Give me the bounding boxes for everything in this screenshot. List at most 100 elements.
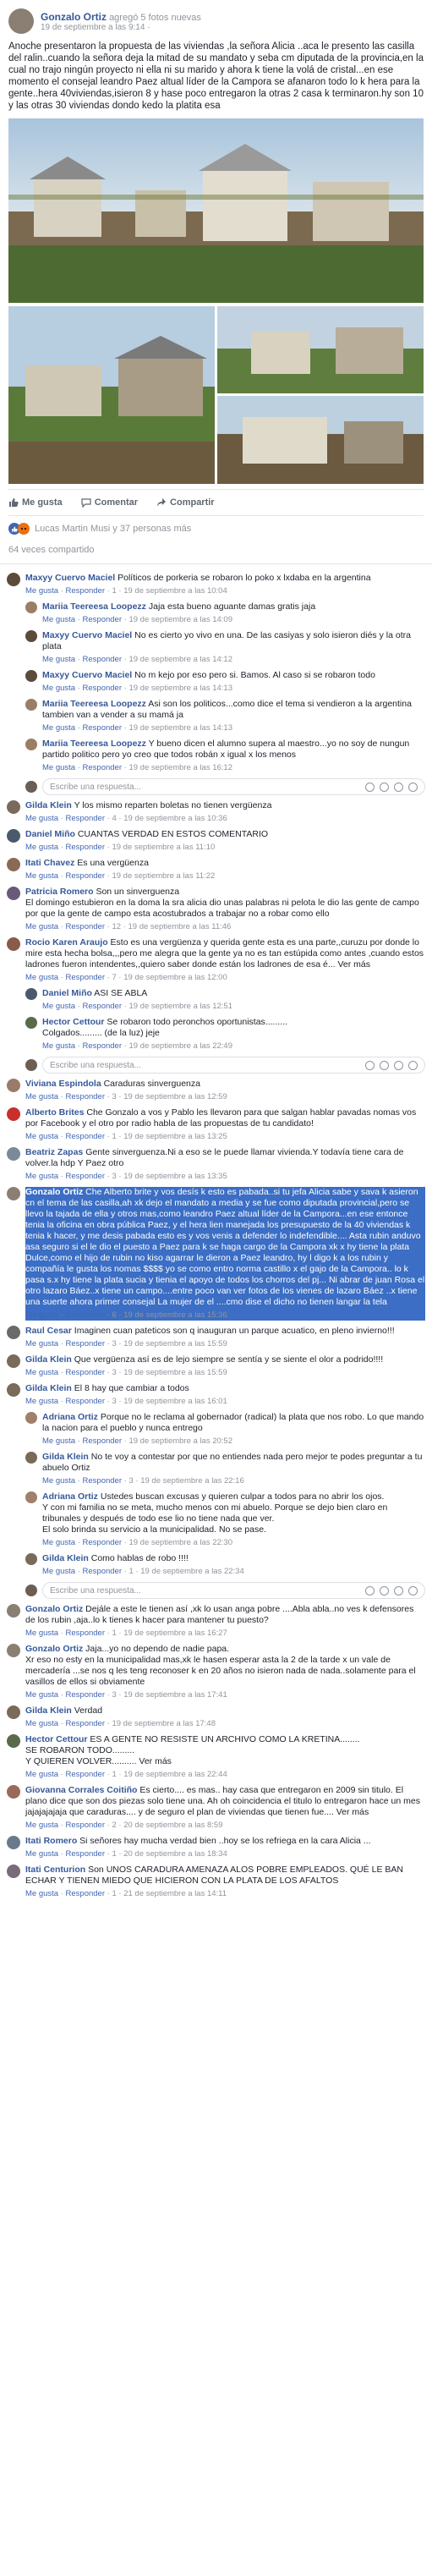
meta-item[interactable]: Me gusta — [25, 1397, 58, 1406]
avatar[interactable] — [25, 988, 37, 1000]
meta-item[interactable]: Responder — [66, 1821, 105, 1830]
meta-item[interactable]: Me gusta — [25, 843, 58, 852]
comment-author[interactable]: Mariia Teereesa Loopezz — [42, 601, 146, 612]
avatar[interactable] — [25, 739, 37, 750]
emoji-icon[interactable] — [365, 1060, 375, 1070]
avatar[interactable] — [25, 601, 37, 613]
meta-item[interactable]: Me gusta — [42, 723, 75, 733]
post-time[interactable]: 19 de septiembre a las 9:14 · — [41, 23, 201, 32]
meta-item[interactable]: Responder — [83, 763, 122, 772]
meta-item[interactable]: Responder — [66, 1397, 105, 1406]
avatar[interactable] — [7, 1326, 20, 1339]
comment-author[interactable]: Daniel Miño — [25, 829, 75, 839]
meta-item[interactable]: Me gusta — [42, 1538, 75, 1547]
comment-button[interactable]: Comentar — [81, 497, 138, 508]
comment-author[interactable]: Itati Centurion — [25, 1865, 85, 1875]
meta-item[interactable]: Responder — [66, 1339, 105, 1348]
meta-item[interactable]: Responder — [66, 922, 105, 931]
comment-author[interactable]: Raul Cesar — [25, 1326, 72, 1336]
photo-3[interactable] — [217, 306, 424, 393]
meta-item[interactable]: Me gusta — [25, 1719, 58, 1728]
meta-item[interactable]: Me gusta — [42, 1002, 75, 1011]
meta-item[interactable]: Me gusta — [25, 1690, 58, 1700]
gif-icon[interactable] — [394, 1060, 403, 1070]
camera-icon[interactable] — [380, 1060, 389, 1070]
meta-item[interactable]: Responder — [66, 1310, 105, 1320]
reply-input[interactable]: Escribe una respuesta... — [42, 1582, 425, 1599]
avatar[interactable] — [7, 887, 20, 900]
comment-author[interactable]: Viviana Espindola — [25, 1079, 101, 1089]
meta-item[interactable]: Responder — [83, 1567, 122, 1576]
comment-author[interactable]: Mariia Teereesa Loopezz — [42, 739, 146, 749]
sticker-icon[interactable] — [408, 1060, 418, 1070]
avatar[interactable] — [7, 858, 20, 871]
meta-item[interactable]: Me gusta — [25, 1092, 58, 1101]
meta-item[interactable]: Me gusta — [25, 1339, 58, 1348]
camera-icon[interactable] — [380, 1585, 389, 1596]
meta-item[interactable]: Responder — [66, 871, 105, 881]
sticker-icon[interactable] — [408, 782, 418, 792]
share-button[interactable]: Compartir — [156, 497, 215, 508]
comment-author[interactable]: Alberto Brites — [25, 1107, 84, 1118]
meta-item[interactable]: Responder — [83, 1538, 122, 1547]
avatar[interactable] — [7, 1079, 20, 1092]
avatar[interactable] — [7, 1383, 20, 1397]
meta-item[interactable]: Responder — [83, 1476, 122, 1486]
comment-author[interactable]: Gilda Klein — [42, 1553, 89, 1563]
avatar[interactable] — [7, 1734, 20, 1748]
meta-item[interactable]: Responder — [66, 1849, 105, 1859]
reply-input[interactable]: Escribe una respuesta... — [42, 778, 425, 795]
like-button[interactable]: Me gusta — [8, 497, 63, 508]
meta-item[interactable]: Me gusta — [25, 1770, 58, 1779]
avatar[interactable] — [7, 1354, 20, 1368]
avatar[interactable] — [7, 1836, 20, 1849]
meta-item[interactable]: Me gusta — [25, 1629, 58, 1638]
avatar[interactable] — [7, 937, 20, 951]
avatar[interactable] — [7, 1865, 20, 1878]
meta-item[interactable]: Me gusta — [25, 922, 58, 931]
meta-item[interactable]: Me gusta — [42, 763, 75, 772]
meta-item[interactable]: Responder — [83, 723, 122, 733]
meta-item[interactable]: Responder — [83, 1002, 122, 1011]
reply-input[interactable]: Escribe una respuesta... — [42, 1057, 425, 1074]
meta-item[interactable]: Responder — [66, 1092, 105, 1101]
comment-author[interactable]: Gonzalo Ortiz — [25, 1644, 83, 1654]
comment-author[interactable]: Maxyy Cuervo Maciel — [25, 573, 115, 583]
meta-item[interactable]: Me gusta — [25, 1889, 58, 1898]
comment-author[interactable]: Hector Cettour — [42, 1017, 105, 1027]
avatar[interactable] — [7, 1705, 20, 1719]
avatar[interactable] — [25, 699, 37, 711]
comment-author[interactable]: Itati Romero — [25, 1836, 77, 1846]
comment-author[interactable]: Itati Chavez — [25, 858, 74, 868]
meta-item[interactable]: Me gusta — [25, 1310, 58, 1320]
comment-author[interactable]: Gilda Klein — [42, 1452, 89, 1462]
meta-item[interactable]: Me gusta — [25, 814, 58, 823]
meta-item[interactable]: Responder — [66, 843, 105, 852]
photo-1[interactable] — [8, 118, 424, 303]
meta-item[interactable]: Responder — [66, 814, 105, 823]
comment-author[interactable]: Gilda Klein — [25, 1705, 72, 1716]
comment-author[interactable]: Adriana Ortiz — [42, 1491, 98, 1502]
avatar[interactable] — [8, 8, 34, 34]
emoji-icon[interactable] — [365, 1585, 375, 1596]
meta-item[interactable]: Me gusta — [25, 973, 58, 982]
meta-item[interactable]: Me gusta — [42, 1476, 75, 1486]
avatar[interactable] — [7, 829, 20, 843]
meta-item[interactable]: Responder — [66, 586, 105, 596]
avatar[interactable] — [25, 1017, 37, 1029]
comment-author[interactable]: Gilda Klein — [25, 1354, 72, 1365]
avatar[interactable] — [7, 1604, 20, 1618]
avatar[interactable] — [25, 1553, 37, 1565]
meta-item[interactable]: Me gusta — [42, 1041, 75, 1051]
avatar[interactable] — [25, 630, 37, 642]
gif-icon[interactable] — [394, 1585, 403, 1596]
comment-author[interactable]: Gilda Klein — [25, 800, 72, 810]
meta-item[interactable]: Responder — [66, 1172, 105, 1181]
meta-item[interactable]: Responder — [83, 684, 122, 693]
photo-2[interactable] — [8, 306, 215, 484]
meta-item[interactable]: Me gusta — [42, 1567, 75, 1576]
meta-item[interactable]: Me gusta — [25, 586, 58, 596]
photo-4[interactable] — [217, 396, 424, 484]
meta-item[interactable]: Me gusta — [25, 871, 58, 881]
comment-author[interactable]: Giovanna Corrales Coitiño — [25, 1785, 137, 1795]
